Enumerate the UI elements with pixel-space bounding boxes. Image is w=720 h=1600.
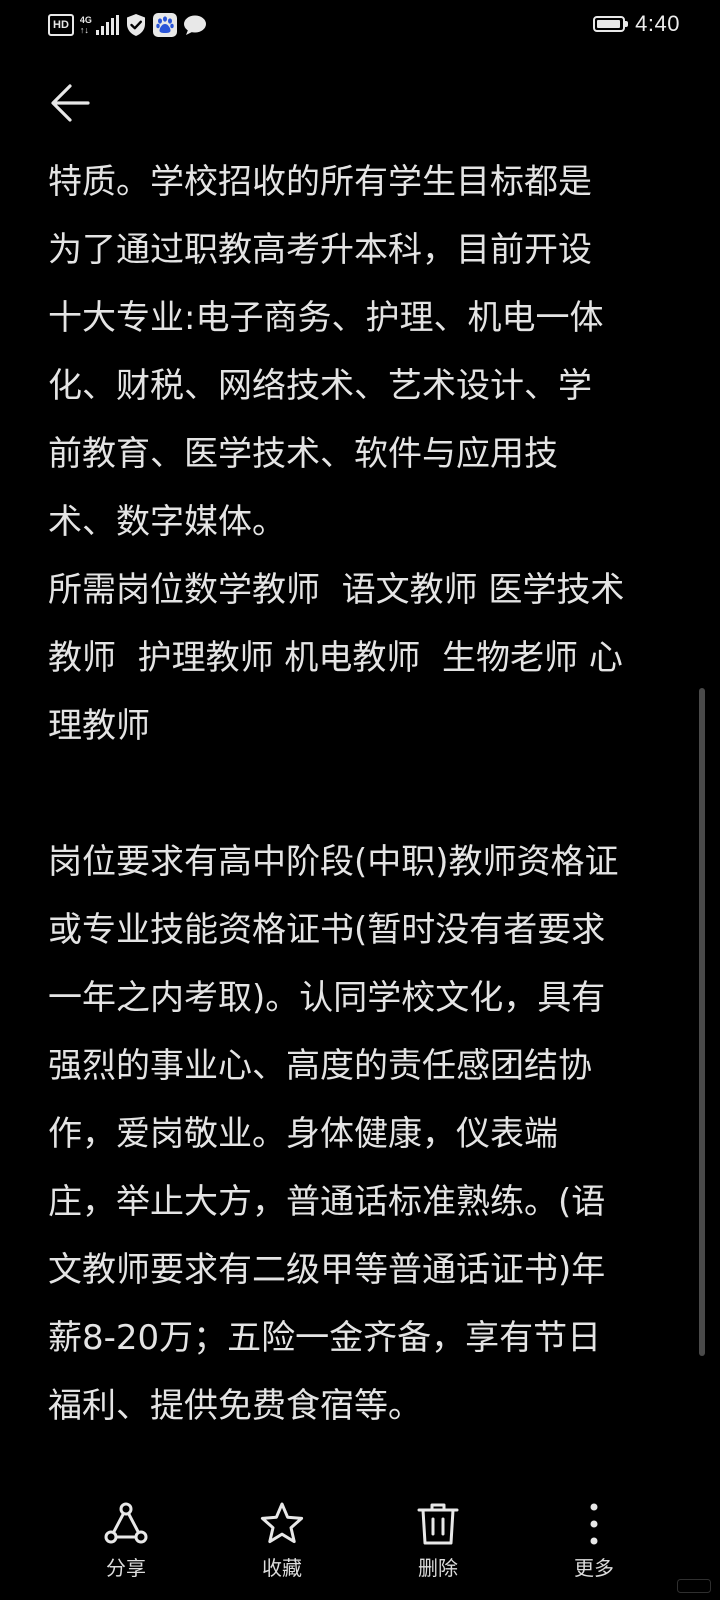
- network-type-label: 4G: [79, 15, 92, 25]
- bottom-toolbar: 分享 收藏 删除 更多: [0, 1490, 720, 1600]
- signal-strength-icon: [95, 15, 119, 35]
- battery-icon: [593, 16, 629, 32]
- article-line: 福利、提供免费食宿等。: [48, 1386, 422, 1426]
- article-line: 一年之内考取)。认同学校文化，具有: [48, 978, 606, 1018]
- hd-icon: HD: [48, 14, 74, 36]
- battery-fill: [597, 20, 620, 28]
- article-line: 前教育、医学技术、软件与应用技: [48, 434, 558, 474]
- share-icon: [102, 1500, 150, 1548]
- article-body: 特质。学校招收的所有学生目标都是 为了通过职教高考升本科，目前开设 十大专业:电子商…: [48, 148, 668, 1440]
- share-button[interactable]: 分享: [76, 1500, 176, 1590]
- more-vertical-icon: [570, 1500, 618, 1548]
- status-bar: HD 4G ↑↓ 4:40: [0, 0, 720, 50]
- share-label: 分享: [106, 1556, 146, 1580]
- favorite-label: 收藏: [262, 1556, 302, 1580]
- article-line: 特质。学校招收的所有学生目标都是: [48, 162, 592, 202]
- article-line: 庄，举止大方，普通话标准熟练。(语: [48, 1182, 606, 1222]
- delete-button[interactable]: 删除: [388, 1500, 488, 1590]
- back-button[interactable]: [44, 76, 98, 130]
- favorite-button[interactable]: 收藏: [232, 1500, 332, 1590]
- article-line: 岗位要求有高中阶段(中职)教师资格证: [48, 842, 619, 882]
- network-type-icon: 4G ↑↓: [80, 15, 92, 35]
- article-line: 文教师要求有二级甲等普通话证书)年: [48, 1250, 606, 1290]
- article-line: 作，爱岗敬业。身体健康，仪表端: [48, 1114, 558, 1154]
- baidu-paw-icon: [152, 13, 177, 37]
- status-bar-left: HD 4G ↑↓: [48, 12, 207, 38]
- article-line: 化、财税、网络技术、艺术设计、学: [48, 366, 592, 406]
- article-line: 教师 护理教师 机电教师 生物老师 心: [48, 638, 623, 678]
- status-bar-right: 4:40: [593, 10, 680, 38]
- more-button[interactable]: 更多: [544, 1500, 644, 1590]
- article-line: 强烈的事业心、高度的责任感团结协: [48, 1046, 592, 1086]
- article-line: 术、数字媒体。: [48, 502, 286, 542]
- star-icon: [258, 1500, 306, 1548]
- article-line: 为了通过职教高考升本科，目前开设: [48, 230, 592, 270]
- article-line: 理教师: [48, 706, 150, 746]
- watermark-logo-icon: [676, 1578, 712, 1594]
- network-activity-label: ↑↓: [79, 25, 89, 35]
- trash-icon: [414, 1500, 462, 1548]
- status-time: 4:40: [635, 11, 680, 36]
- article-line: 所需岗位数学教师 语文教师 医学技术: [48, 570, 625, 610]
- more-label: 更多: [574, 1556, 614, 1580]
- shield-check-icon: [126, 14, 145, 36]
- article-line: 或专业技能资格证书(暂时没有者要求: [48, 910, 606, 950]
- article-line: 薪8-20万；五险一金齐备，享有节日: [48, 1318, 602, 1358]
- arrow-left-icon: [51, 84, 90, 122]
- scrollbar-thumb[interactable]: [699, 688, 705, 1356]
- chat-bubble-icon: [183, 15, 206, 35]
- article-line: 十大专业:电子商务、护理、机电一体: [48, 298, 604, 338]
- delete-label: 删除: [418, 1556, 458, 1580]
